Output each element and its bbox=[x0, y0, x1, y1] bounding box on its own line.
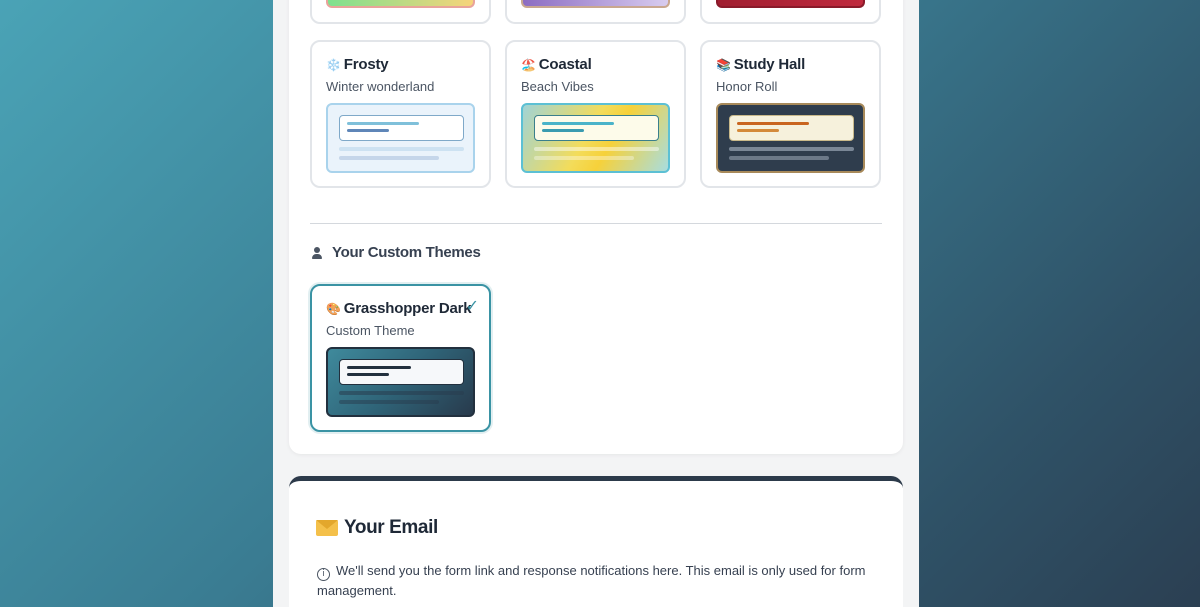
info-icon: i bbox=[317, 568, 330, 581]
beach-icon: 🏖️ bbox=[521, 57, 536, 72]
email-heading: Your Email bbox=[316, 517, 438, 539]
email-note: i We'll send you the form link and respon… bbox=[317, 561, 877, 600]
palette-icon: 🎨 bbox=[326, 301, 341, 316]
email-panel: Your Email i We'll send you the form link… bbox=[289, 476, 903, 607]
theme-subtitle: Winter wonderland bbox=[326, 79, 435, 94]
theme-card-frosty[interactable]: ❄️ Frosty Winter wonderland bbox=[310, 40, 491, 188]
books-icon: 📚 bbox=[716, 57, 731, 72]
theme-title: ❄️ Frosty bbox=[326, 56, 389, 73]
theme-subtitle: Honor Roll bbox=[716, 79, 778, 94]
email-note-text: We'll send you the form link and respons… bbox=[317, 563, 866, 598]
theme-preview bbox=[521, 0, 670, 8]
theme-title: 🏖️ Coastal bbox=[521, 56, 592, 73]
email-title: Your Email bbox=[344, 517, 438, 538]
theme-title: 🎨 Grasshopper Dark bbox=[326, 300, 472, 317]
theme-subtitle: Custom Theme bbox=[326, 323, 415, 338]
theme-card-top-3[interactable] bbox=[700, 0, 881, 24]
theme-card-coastal[interactable]: 🏖️ Coastal Beach Vibes bbox=[505, 40, 686, 188]
check-icon: ✓ bbox=[465, 296, 479, 315]
theme-preview bbox=[716, 0, 865, 8]
theme-title-text: Coastal bbox=[538, 56, 592, 73]
theme-preview bbox=[326, 347, 475, 417]
custom-themes-heading: Your Custom Themes bbox=[310, 244, 481, 261]
theme-preview bbox=[326, 103, 475, 173]
theme-subtitle: Beach Vibes bbox=[521, 79, 594, 94]
theme-preview bbox=[716, 103, 865, 173]
theme-title-text: Grasshopper Dark bbox=[343, 300, 472, 317]
theme-card-top-1[interactable] bbox=[310, 0, 491, 24]
theme-card-top-2[interactable] bbox=[505, 0, 686, 24]
theme-preview bbox=[521, 103, 670, 173]
theme-title-text: Study Hall bbox=[733, 56, 806, 73]
theme-preview bbox=[326, 0, 475, 8]
snowflake-icon: ❄️ bbox=[326, 57, 341, 72]
section-divider bbox=[310, 223, 882, 224]
custom-themes-title: Your Custom Themes bbox=[332, 244, 481, 261]
theme-card-grasshopper-dark[interactable]: 🎨 Grasshopper Dark ✓ Custom Theme bbox=[310, 284, 491, 432]
theme-card-study-hall[interactable]: 📚 Study Hall Honor Roll bbox=[700, 40, 881, 188]
theme-title: 📚 Study Hall bbox=[716, 56, 805, 73]
person-icon bbox=[310, 246, 324, 260]
theme-title-text: Frosty bbox=[343, 56, 389, 73]
envelope-icon bbox=[316, 520, 338, 536]
